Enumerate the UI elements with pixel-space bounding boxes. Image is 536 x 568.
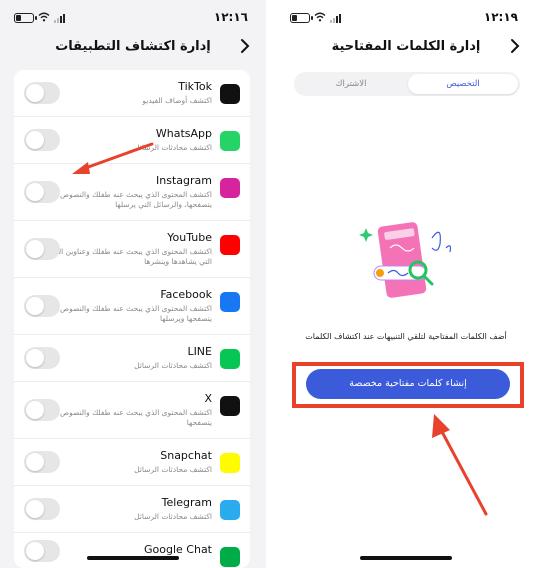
status-bar: ١٢:١٩ (276, 0, 536, 34)
page-title: إدارة اكتشاف التطبيقات (55, 39, 211, 54)
instagram-icon (220, 178, 240, 198)
line-icon (220, 349, 240, 369)
tab-subscription[interactable]: الاشتراك (296, 74, 406, 94)
annotation-arrow-icon (432, 414, 488, 516)
telegram-icon (220, 500, 240, 520)
battery-icon (14, 13, 37, 23)
page-title: إدارة الكلمات المفتاحية (331, 39, 481, 54)
app-toggle[interactable] (24, 451, 60, 473)
app-toggle[interactable] (24, 82, 60, 104)
app-toggle[interactable] (24, 498, 60, 520)
google-chat-icon (220, 547, 240, 567)
app-toggle[interactable] (24, 129, 60, 151)
app-toggle[interactable] (24, 540, 60, 562)
empty-state-text: أضف الكلمات المفتاحية لتلقي التنبيهات عن… (305, 332, 507, 341)
app-row: Facebook اكتشف المحتوى الذي يبحث عنه طفلك… (14, 278, 250, 335)
chevron-right-icon (511, 39, 520, 53)
app-row: TikTok اكتشف أوصاف الفيديو (14, 70, 250, 117)
app-row: LINE اكتشف محادثات الرسائل (14, 335, 250, 382)
segmented-control: التخصيص الاشتراك (294, 72, 520, 96)
signal-icon (54, 13, 65, 23)
x-icon (220, 396, 240, 416)
app-detection-screen: ١٢:١٦ إدارة اكتشاف التطبيقات TikTok اكتشف… (0, 0, 266, 568)
app-row: Telegram اكتشف محادثات الرسائل (14, 486, 250, 533)
battery-icon (290, 13, 313, 23)
app-row: Google Chat (14, 533, 250, 568)
snapchat-icon (220, 453, 240, 473)
app-row: X اكتشف المحتوى الذي يبحث عنه طفلك والنصو… (14, 382, 250, 439)
screenshot-stage: ١٢:١٦ إدارة اكتشاف التطبيقات TikTok اكتشف… (0, 0, 536, 568)
app-toggle[interactable] (24, 399, 60, 421)
app-row: Snapchat اكتشف محادثات الرسائل (14, 439, 250, 486)
whatsapp-icon (220, 131, 240, 151)
home-indicator (87, 556, 179, 560)
app-toggle[interactable] (24, 347, 60, 369)
nav-bar: إدارة الكلمات المفتاحية (276, 34, 536, 60)
status-time: ١٢:١٩ (483, 10, 518, 24)
nav-bar: إدارة اكتشاف التطبيقات (0, 34, 266, 60)
home-indicator (360, 556, 452, 560)
youtube-icon (220, 235, 240, 255)
facebook-icon (220, 292, 240, 312)
status-time: ١٢:١٦ (213, 10, 248, 24)
tiktok-icon (220, 84, 240, 104)
back-button[interactable] (510, 34, 520, 60)
keyword-illustration (346, 218, 466, 308)
app-toggle[interactable] (24, 295, 60, 317)
wifi-icon (38, 12, 50, 24)
app-toggle[interactable] (24, 238, 60, 260)
signal-icon (330, 13, 341, 23)
annotation-arrow-icon (72, 142, 154, 174)
create-custom-keywords-button[interactable]: إنشاء كلمات مفتاحية مخصصة (306, 369, 510, 399)
chevron-right-icon (241, 39, 250, 53)
app-row: YouTube اكتشف المحتوى الذي يبحث عنه طفلك … (14, 221, 250, 278)
wifi-icon (314, 12, 326, 24)
app-toggle[interactable] (24, 181, 60, 203)
tab-customize[interactable]: التخصيص (408, 74, 518, 94)
status-bar: ١٢:١٦ (0, 0, 266, 34)
back-button[interactable] (240, 34, 250, 60)
